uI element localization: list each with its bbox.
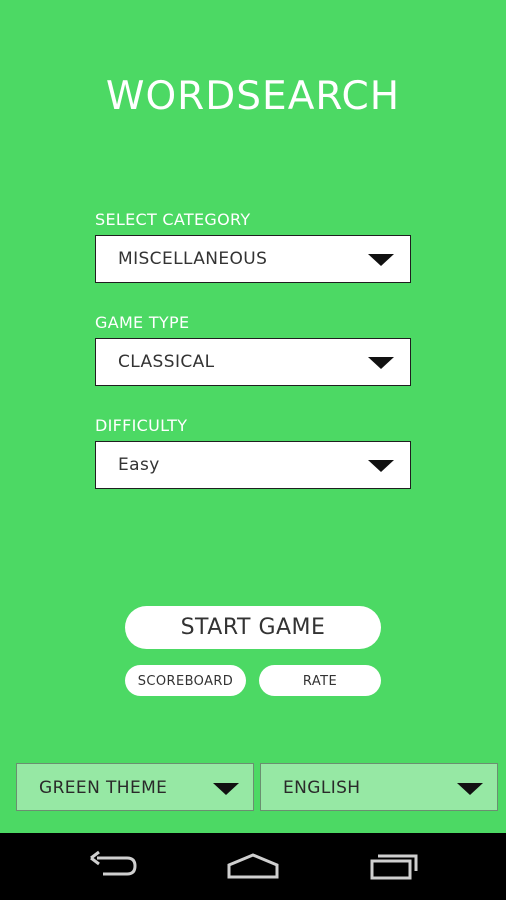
category-select[interactable]: MISCELLANEOUS	[95, 235, 411, 283]
scoreboard-button[interactable]: SCOREBOARD	[125, 665, 246, 696]
theme-value: GREEN THEME	[39, 778, 168, 798]
category-value: MISCELLANEOUS	[118, 249, 268, 269]
theme-select[interactable]: GREEN THEME	[16, 763, 254, 811]
recent-apps-button[interactable]	[364, 845, 424, 885]
difficulty-label: DIFFICULTY	[95, 416, 188, 435]
start-game-button[interactable]: START GAME	[125, 606, 381, 649]
game-type-value: CLASSICAL	[118, 352, 215, 372]
recent-apps-icon	[370, 854, 418, 880]
game-type-select[interactable]: CLASSICAL	[95, 338, 411, 386]
app-title: WORDSEARCH	[105, 74, 401, 119]
chevron-down-icon	[368, 357, 394, 369]
chevron-down-icon	[457, 783, 483, 795]
difficulty-value: Easy	[118, 455, 160, 475]
system-navigation-bar	[0, 833, 506, 900]
category-label: SELECT CATEGORY	[95, 210, 251, 229]
chevron-down-icon	[368, 460, 394, 472]
back-button[interactable]	[83, 845, 143, 885]
chevron-down-icon	[368, 254, 394, 266]
home-icon	[227, 853, 279, 879]
language-value: ENGLISH	[283, 778, 361, 798]
chevron-down-icon	[213, 783, 239, 795]
home-button[interactable]	[223, 845, 283, 885]
difficulty-select[interactable]: Easy	[95, 441, 411, 489]
game-type-label: GAME TYPE	[95, 313, 190, 332]
main-screen: WORDSEARCH SELECT CATEGORY MISCELLANEOUS…	[0, 0, 506, 833]
language-select[interactable]: ENGLISH	[260, 763, 498, 811]
rate-button[interactable]: RATE	[259, 665, 381, 696]
back-icon	[90, 850, 137, 876]
